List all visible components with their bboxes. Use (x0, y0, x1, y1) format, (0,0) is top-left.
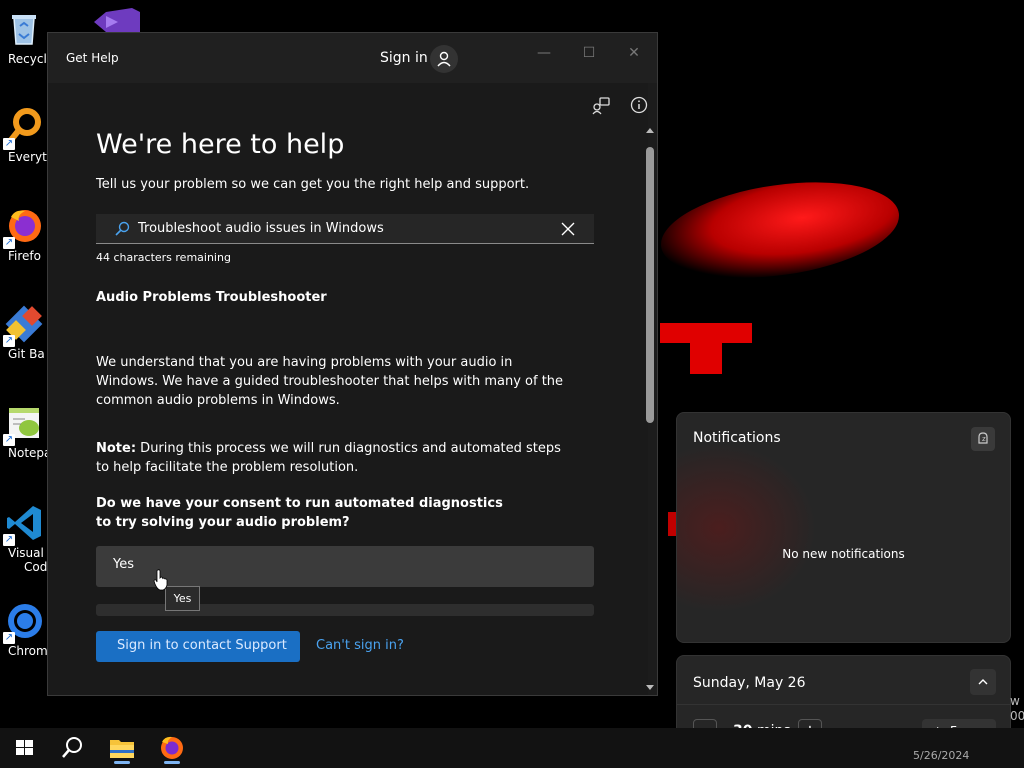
characters-remaining: 44 characters remaining (96, 251, 231, 264)
desktop-icon-label: Visual St (8, 546, 48, 560)
info-icon[interactable] (629, 95, 648, 115)
shortcut-arrow-icon: ↗ (3, 632, 15, 644)
shortcut-arrow-icon: ↗ (3, 534, 15, 546)
contact-button-label: Sign in to contact Support (117, 638, 287, 653)
clear-icon[interactable] (561, 222, 575, 236)
desktop-icon-everything[interactable]: ↗ Everyth (0, 108, 48, 164)
desktop-icon-notepad-plus-plus[interactable]: ↗ Notepa (0, 404, 48, 460)
firefox-icon (161, 736, 183, 759)
scrollbar-thumb[interactable] (646, 147, 654, 423)
desktop-icon-vscode[interactable]: ↗ Visual St Cod (0, 504, 48, 574)
chrome-icon: ↗ (3, 602, 43, 644)
shortcut-arrow-icon: ↗ (3, 138, 15, 150)
desktop-icon-label: Recycle (8, 52, 48, 66)
desktop-icon-label: Git Ba (8, 347, 45, 361)
tooltip: Yes (165, 586, 200, 611)
desktop-icon-chrome[interactable]: ↗ Chrom (0, 602, 48, 658)
search-input[interactable]: Troubleshoot audio issues in Windows (96, 214, 594, 244)
search-icon (115, 221, 130, 236)
community-icon[interactable] (591, 95, 611, 115)
sign-in-contact-support-button[interactable]: Sign in to contact Support (96, 631, 300, 662)
svg-text:z: z (982, 435, 986, 443)
consent-question: Do we have your consent to run automated… (96, 496, 503, 530)
hand-cursor-icon (153, 569, 168, 591)
taskbar (0, 728, 1024, 768)
page-title: We're here to help (96, 129, 345, 160)
scroll-up-icon (646, 128, 654, 133)
wallpaper-red-shape (654, 168, 906, 292)
person-icon (437, 51, 451, 67)
start-icon (16, 740, 33, 755)
note-label: Note: (96, 441, 137, 456)
panel-glow (677, 443, 817, 613)
edge-text: 00 (1010, 709, 1024, 723)
desktop-icon-label-line2: Cod (24, 560, 48, 574)
file-explorer-icon (110, 740, 134, 758)
file-explorer-button[interactable] (102, 732, 142, 764)
git-bash-icon: ↗ (3, 305, 43, 347)
bell-settings-icon: z (978, 432, 988, 444)
desktop-icon-recycle-bin[interactable]: Recycle (0, 10, 48, 66)
minimize-button[interactable]: — (528, 41, 560, 65)
cant-sign-in-link[interactable]: Can't sign in? (316, 638, 404, 653)
firefox-icon: ↗ (3, 207, 43, 249)
window-titlebar[interactable]: Get Help Sign in — ☐ ✕ (48, 33, 657, 83)
shortcut-arrow-icon: ↗ (3, 237, 15, 249)
shortcut-arrow-icon: ↗ (3, 434, 15, 446)
taskbar-date: 5/26/2024 (913, 749, 970, 762)
no-notifications-text: No new notifications (782, 547, 905, 561)
calendar-expand-button[interactable] (970, 669, 996, 695)
desktop-icon-label: Notepa (8, 446, 48, 460)
notifications-panel: Notifications z No new notifications (676, 412, 1011, 643)
calendar-date: Sunday, May 26 (693, 675, 806, 691)
get-help-window: Get Help Sign in — ☐ ✕ We're here to hel… (47, 32, 658, 696)
firefox-taskbar-button[interactable] (152, 732, 192, 764)
description-paragraph: We understand that you are having proble… (96, 355, 564, 408)
yes-button-label: Yes (113, 557, 134, 572)
desktop-icon-git-bash[interactable]: ↗ Git Ba (0, 305, 48, 361)
desktop-icon-firefox[interactable]: ↗ Firefo (0, 207, 48, 263)
wallpaper-red-letter-stem (690, 340, 722, 374)
scroll-down-icon (646, 685, 654, 690)
active-indicator (164, 761, 180, 764)
page-subtitle: Tell us your problem so we can get you t… (96, 177, 530, 192)
notification-settings-button[interactable]: z (971, 427, 995, 451)
active-indicator (114, 761, 130, 764)
divider (677, 704, 1010, 705)
edge-text: w (1010, 694, 1020, 708)
desktop-icon-label: Firefo (8, 249, 41, 263)
maximize-button[interactable]: ☐ (573, 41, 605, 65)
search-value: Troubleshoot audio issues in Windows (138, 221, 384, 236)
vscode-icon: ↗ (3, 504, 43, 546)
search-icon (62, 737, 82, 758)
recycle-bin-icon (5, 10, 43, 48)
note-text: During this process we will run diagnost… (96, 441, 561, 475)
close-button[interactable]: ✕ (618, 41, 650, 65)
notepad-plus-plus-icon: ↗ (3, 404, 43, 446)
section-title: Audio Problems Troubleshooter (96, 290, 327, 305)
taskbar-search-button[interactable] (52, 732, 92, 764)
start-button[interactable] (5, 732, 45, 764)
desktop-icon-label: Everyth (8, 150, 48, 164)
everything-search-icon: ↗ (3, 108, 43, 150)
scrollbar[interactable] (644, 125, 656, 697)
chevron-up-icon (978, 679, 988, 685)
window-title: Get Help (66, 51, 119, 65)
notifications-title: Notifications (693, 430, 781, 446)
shortcut-arrow-icon: ↗ (3, 335, 15, 347)
note-paragraph: Note: During this process we will run di… (96, 439, 566, 477)
account-avatar[interactable] (430, 45, 458, 73)
sign-in-link[interactable]: Sign in (380, 50, 428, 66)
yes-button[interactable]: Yes (96, 546, 594, 587)
desktop-icon-label: Chrom (8, 644, 48, 658)
